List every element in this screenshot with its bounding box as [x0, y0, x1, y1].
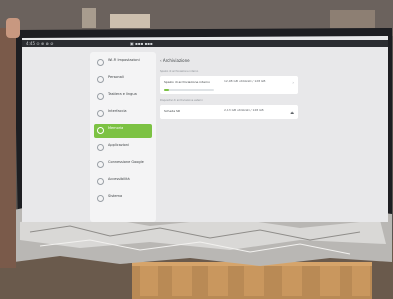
sidebar-item-label: Tastiera e lingua: [108, 92, 137, 96]
sidebar-item-apps[interactable]: Applicazioni: [94, 141, 152, 155]
shelf-tile: [110, 14, 150, 28]
sidebar-item-label: Sistema: [108, 194, 123, 198]
sidebar-item-label: Interfaccia: [108, 109, 127, 113]
person-arm: [0, 28, 16, 268]
sidebar-item-storage[interactable]: Memoria: [94, 124, 152, 138]
shelf-box: [82, 8, 96, 28]
wifi-icon: [97, 59, 104, 66]
internal-storage-value: 12,98 GB utilizzati / 128 GB: [224, 79, 266, 83]
sidebar-item-personal[interactable]: Personali: [94, 73, 152, 87]
settings-sidebar: Wi-Fi Impostazioni Personali Tastiera e …: [90, 52, 156, 222]
sd-card-row[interactable]: Scheda SD 2,13 GB utilizzati / 128 GB ⏏: [160, 105, 298, 119]
status-bar: 4:45 ⊙ ⊕ ⊗ ⊘ ▣ ▪▪▪ ▪▪▪: [22, 40, 388, 47]
storage-usage-fill: [164, 89, 169, 91]
sidebar-item-accessibility[interactable]: Accessibilità: [94, 175, 152, 189]
external-section-label: Dispositivi di archiviazione esterni: [160, 99, 203, 102]
status-bar-center-text: ▣ ▪▪▪ ▪▪▪: [130, 41, 153, 46]
internal-section-label: Spazio di archiviazione interno: [160, 70, 199, 73]
storage-icon: [97, 127, 104, 134]
internal-storage-title: Spazio di archiviazione interno: [164, 80, 210, 84]
eject-icon[interactable]: ⏏: [290, 110, 294, 115]
sidebar-item-label: Personali: [108, 75, 124, 79]
shelf-tile-right: [330, 10, 375, 28]
wooden-pallet: [132, 262, 372, 299]
sidebar-item-label: Connessione Google: [108, 160, 144, 164]
google-icon: [97, 161, 104, 168]
sidebar-item-keyboard[interactable]: Tastiera e lingua: [94, 90, 152, 104]
status-bar-left-text: 4:45 ⊙ ⊕ ⊗ ⊘: [26, 41, 54, 46]
page-title[interactable]: ‹ Archiviazione: [160, 58, 190, 64]
internal-storage-card[interactable]: Spazio di archiviazione interno 12,98 GB…: [160, 76, 298, 94]
sd-card-title: Scheda SD: [164, 109, 181, 113]
sidebar-item-label: Applicazioni: [108, 143, 129, 147]
sidebar-item-label: Wi-Fi Impostazioni: [108, 58, 140, 62]
apps-icon: [97, 144, 104, 151]
sidebar-item-label: Memoria: [108, 126, 124, 130]
chevron-right-icon: ›: [292, 80, 294, 85]
storage-panel: ‹ Archiviazione Spazio di archiviazione …: [160, 58, 310, 168]
sidebar-item-label: Accessibilità: [108, 177, 130, 181]
display-icon: [97, 110, 104, 117]
keyboard-icon: [97, 93, 104, 100]
storage-usage-bar: [164, 89, 214, 91]
accessibility-icon: [97, 178, 104, 185]
sidebar-item-wifi[interactable]: Wi-Fi Impostazioni: [94, 56, 152, 70]
sidebar-item-display[interactable]: Interfaccia: [94, 107, 152, 121]
person-hand: [6, 18, 20, 38]
monitor-screen: 4:45 ⊙ ⊕ ⊗ ⊘ ▣ ▪▪▪ ▪▪▪ Wi-Fi Impostazion…: [22, 40, 388, 222]
person-icon: [97, 76, 104, 83]
system-icon: [97, 195, 104, 202]
sidebar-item-system[interactable]: Sistema: [94, 192, 152, 206]
sidebar-item-google[interactable]: Connessione Google: [94, 158, 152, 172]
sd-card-value: 2,13 GB utilizzati / 128 GB: [224, 108, 264, 112]
